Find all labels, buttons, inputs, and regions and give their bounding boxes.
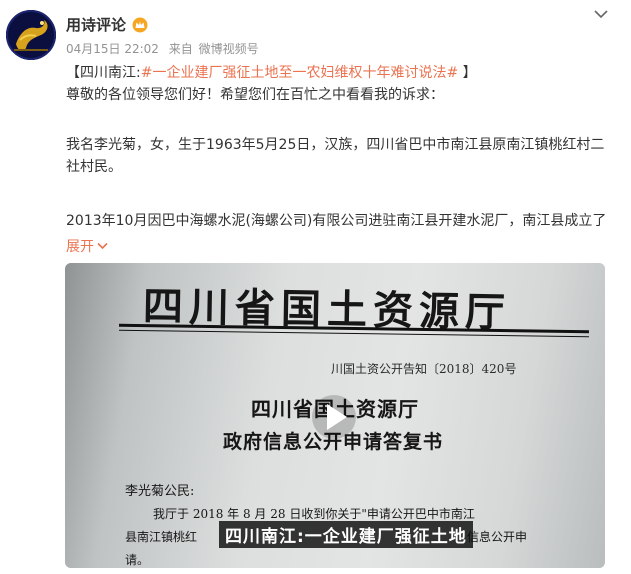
author-name[interactable]: 用诗评论 [66, 14, 126, 35]
post-source[interactable]: 微博视频号 [199, 42, 259, 56]
doc-salutation: 李光菊公民: [125, 484, 195, 499]
doc-para-1: 我厅于 2018 年 8 月 28 日收到你关于"申请公开巴中市南江 [153, 507, 475, 521]
doc-para-2b: 信息公开申 [467, 530, 528, 544]
expand-chevron-icon [97, 242, 108, 250]
expand-button[interactable]: 展开 [66, 236, 108, 256]
doc-para-3: 请。 [125, 553, 150, 567]
topic-line: 【四川南江:#一企业建厂强征土地至一农妇维权十年难讨说法# 】 [66, 62, 606, 84]
source-prefix: 来自 [168, 42, 193, 56]
topic-link[interactable]: #一企业建厂强征土地至一农妇维权十年难讨说法# [141, 65, 458, 81]
play-icon[interactable] [311, 394, 357, 440]
post-paragraph-2: 我名李光菊，女，生于1963年5月25日，汉族，四川省巴中市南江县原南江镇桃红村… [66, 137, 605, 175]
topic-close: 】 [458, 65, 477, 81]
doc-number: 川国土资公开告知〔2018〕420号 [331, 362, 517, 376]
author-row: 用诗评论 [66, 14, 148, 35]
avatar[interactable] [6, 10, 56, 60]
crown-badge-icon [132, 17, 148, 33]
post-timestamp[interactable]: 04月15日 22:02 [66, 42, 159, 56]
post-meta: 04月15日 22:02 来自 微博视频号 [66, 40, 259, 57]
expand-label: 展开 [66, 239, 94, 255]
chevron-down-icon[interactable] [593, 6, 609, 20]
topic-open: 【四川南江: [66, 65, 141, 81]
post-paragraph-1: 尊敬的各位领导您们好！希望您们在百忙之中看看我的诉求： [66, 87, 444, 103]
post-paragraph-3: 2013年10月因巴中海螺水泥(海螺公司)有限公司进驻南江县开建水泥厂，南江县成… [66, 213, 607, 229]
video-player[interactable]: 四川省国土资源厅 川国土资公开告知〔2018〕420号 四川省国土资源厅 政府信… [65, 263, 605, 568]
doc-para-2: 县南江镇桃红 [125, 530, 198, 544]
video-caption: 四川南江:一企业建厂强征土地 [219, 521, 473, 548]
